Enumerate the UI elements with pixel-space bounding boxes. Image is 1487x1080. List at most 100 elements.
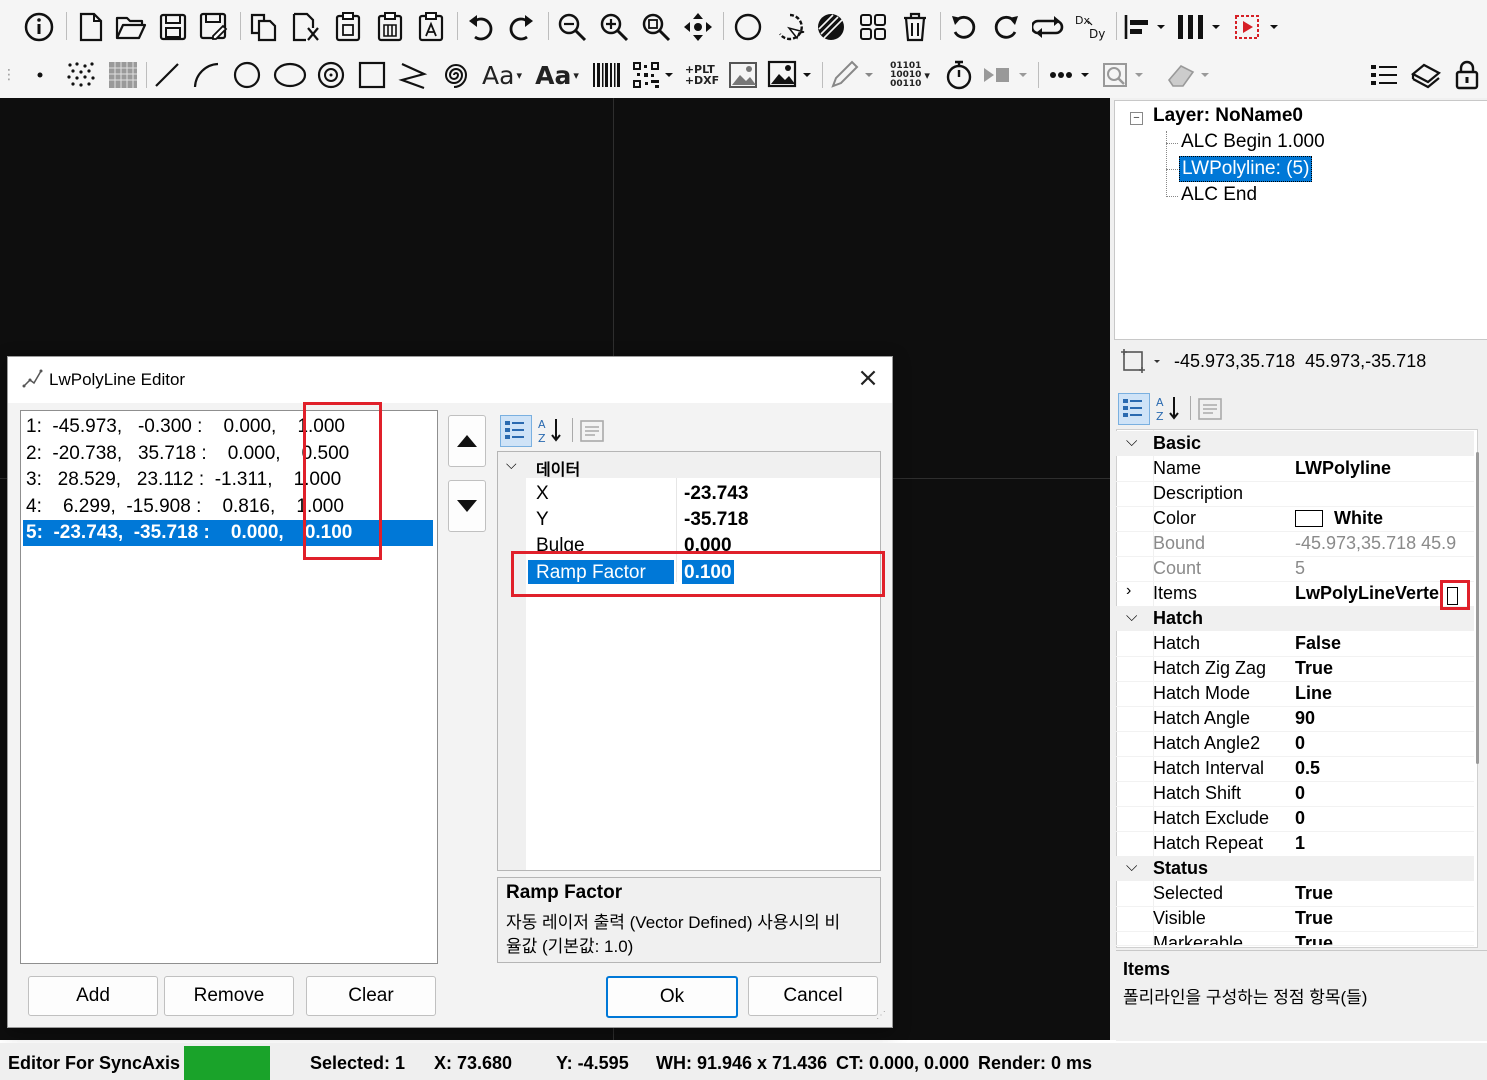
pan-icon[interactable] (681, 10, 715, 44)
chevron-down-icon[interactable]: ⌵ (1126, 433, 1137, 450)
property-value[interactable]: 90 (1295, 708, 1315, 729)
align-icon[interactable] (1122, 10, 1168, 44)
dx-dy-icon[interactable]: Dx Dy (1072, 10, 1110, 44)
vertex-property-grid[interactable]: ⌵ 데이터 X -23.743 Y -35.718 Bulge 0.000 Ra… (497, 451, 881, 871)
property-row-name[interactable]: Name LWPolyline (1116, 456, 1474, 482)
qrcode-icon[interactable] (630, 58, 676, 92)
grid-row-x-value[interactable]: -23.743 (684, 483, 748, 505)
redo-icon[interactable] (505, 10, 539, 44)
tree-layer-node[interactable]: Layer: NoName0 (1153, 105, 1303, 127)
ellipse-icon[interactable] (270, 58, 310, 92)
items-edit-button[interactable] (1447, 587, 1458, 605)
zoom-select-icon[interactable] (1100, 58, 1150, 92)
property-row-hatch-repeat[interactable]: Hatch Repeat 1 (1116, 831, 1474, 857)
info-icon[interactable] (22, 10, 56, 44)
grid-row-x[interactable]: X -23.743 (498, 480, 880, 506)
property-value[interactable]: -45.973,35.718 45.9 (1295, 533, 1456, 554)
raster-icon[interactable] (104, 58, 142, 92)
binary-tool[interactable]: 01101 10010 00110 ▾ (884, 58, 936, 92)
category-status[interactable]: ⌵ Status (1116, 856, 1474, 881)
property-row-bound[interactable]: Bound -45.973,35.718 45.9 (1116, 531, 1474, 557)
close-icon[interactable]: × (854, 365, 882, 393)
grid-row-y-value[interactable]: -35.718 (684, 509, 748, 531)
property-row-hatch-zig-zag[interactable]: Hatch Zig Zag True (1116, 656, 1474, 682)
zoom-out-icon[interactable] (555, 10, 589, 44)
dialog-property-pages-icon[interactable] (578, 418, 608, 444)
group-icon[interactable] (856, 10, 890, 44)
undo-icon[interactable] (463, 10, 497, 44)
clear-button[interactable]: Clear (306, 976, 436, 1016)
property-value[interactable]: 5 (1295, 558, 1305, 579)
plt-dxf-import[interactable]: +PLT +DXF (682, 58, 722, 92)
property-value[interactable]: Line (1295, 683, 1332, 704)
move-down-button[interactable] (448, 480, 486, 532)
category-hatch[interactable]: ⌵ Hatch (1116, 606, 1474, 631)
pen-icon[interactable] (828, 58, 878, 92)
property-value[interactable]: 0 (1295, 783, 1305, 804)
toolbar-grip[interactable]: ⋮ (2, 60, 16, 90)
property-value[interactable]: False (1295, 633, 1341, 654)
property-value[interactable]: True (1295, 933, 1333, 945)
hatch-icon[interactable] (814, 10, 848, 44)
more-icon[interactable] (1046, 58, 1096, 92)
rotate-ccw-icon[interactable] (947, 10, 981, 44)
add-button[interactable]: Add (28, 976, 158, 1016)
sort-az-icon[interactable]: AZ (1154, 393, 1184, 423)
point-cloud-icon[interactable] (62, 58, 100, 92)
list-icon[interactable] (1366, 58, 1402, 92)
paste-icon[interactable] (331, 10, 365, 44)
timer-icon[interactable] (942, 58, 976, 92)
property-value[interactable]: LwPolyLineVerte (1295, 583, 1439, 604)
tree-item-lwpolyline[interactable]: LWPolyline: (5) (1179, 156, 1313, 182)
property-value[interactable]: True (1295, 908, 1333, 929)
chevron-down-icon[interactable]: ⌵ (1126, 608, 1137, 625)
circle-select-icon[interactable] (731, 10, 765, 44)
open-folder-icon[interactable] (114, 10, 148, 44)
ok-button[interactable]: Ok (606, 976, 738, 1018)
property-row-items[interactable]: › Items LwPolyLineVerte (1116, 581, 1474, 607)
property-row-description[interactable]: Description (1116, 481, 1474, 507)
lock-icon[interactable] (1450, 58, 1484, 92)
property-row-hatch[interactable]: Hatch False (1116, 631, 1474, 657)
property-value[interactable]: 0 (1295, 808, 1305, 829)
dialog-categorized-button[interactable] (500, 415, 532, 447)
rotate-cw-icon[interactable] (989, 10, 1023, 44)
new-file-icon[interactable] (74, 10, 108, 44)
dialog-sort-az-icon[interactable]: AZ (536, 415, 566, 445)
property-row-hatch-mode[interactable]: Hatch Mode Line (1116, 681, 1474, 707)
property-value[interactable]: 0 (1295, 733, 1305, 754)
tree-item-alc-end[interactable]: ALC End (1181, 184, 1257, 206)
bounds-icon[interactable] (1120, 346, 1160, 376)
paste-array-icon[interactable] (373, 10, 407, 44)
image-edit-icon[interactable] (766, 58, 814, 92)
remove-button[interactable]: Remove (164, 976, 294, 1016)
save-icon[interactable] (156, 10, 190, 44)
property-value[interactable]: True (1295, 658, 1333, 679)
resize-grip-icon[interactable]: ⋰ (876, 1010, 888, 1022)
polyline-icon[interactable] (396, 58, 430, 92)
delete-icon[interactable] (898, 10, 932, 44)
property-grid-scrollbar[interactable] (1476, 452, 1479, 764)
text-bold-tool[interactable]: Aa ▾ (532, 58, 582, 92)
copy-icon[interactable] (247, 10, 281, 44)
property-row-count[interactable]: Count 5 (1116, 556, 1474, 582)
chevron-down-icon[interactable]: ⌵ (1126, 858, 1137, 875)
layer-tree[interactable]: − Layer: NoName0 ALC Begin 1.000 LWPolyl… (1114, 100, 1487, 340)
lasso-select-icon[interactable] (773, 10, 807, 44)
zoom-in-icon[interactable] (597, 10, 631, 44)
property-row-hatch-shift[interactable]: Hatch Shift 0 (1116, 781, 1474, 807)
spiral-circle-icon[interactable] (314, 58, 348, 92)
circle-icon[interactable] (230, 58, 264, 92)
categorized-view-button[interactable] (1118, 393, 1150, 425)
execute-icon[interactable] (1232, 10, 1282, 44)
property-row-hatch-exclude[interactable]: Hatch Exclude 0 (1116, 806, 1474, 832)
property-pages-icon[interactable] (1196, 396, 1226, 422)
grid-row-bulge-value[interactable]: 0.000 (684, 535, 732, 552)
rectangle-icon[interactable] (355, 58, 389, 92)
property-row-hatch-angle[interactable]: Hatch Angle 90 (1116, 706, 1474, 732)
property-row-hatch-angle2[interactable]: Hatch Angle2 0 (1116, 731, 1474, 757)
grid-row-bulge[interactable]: Bulge 0.000 (498, 532, 880, 552)
mirror-icon[interactable] (1031, 10, 1065, 44)
category-basic[interactable]: ⌵ Basic (1116, 431, 1474, 456)
image-icon[interactable] (726, 58, 760, 92)
